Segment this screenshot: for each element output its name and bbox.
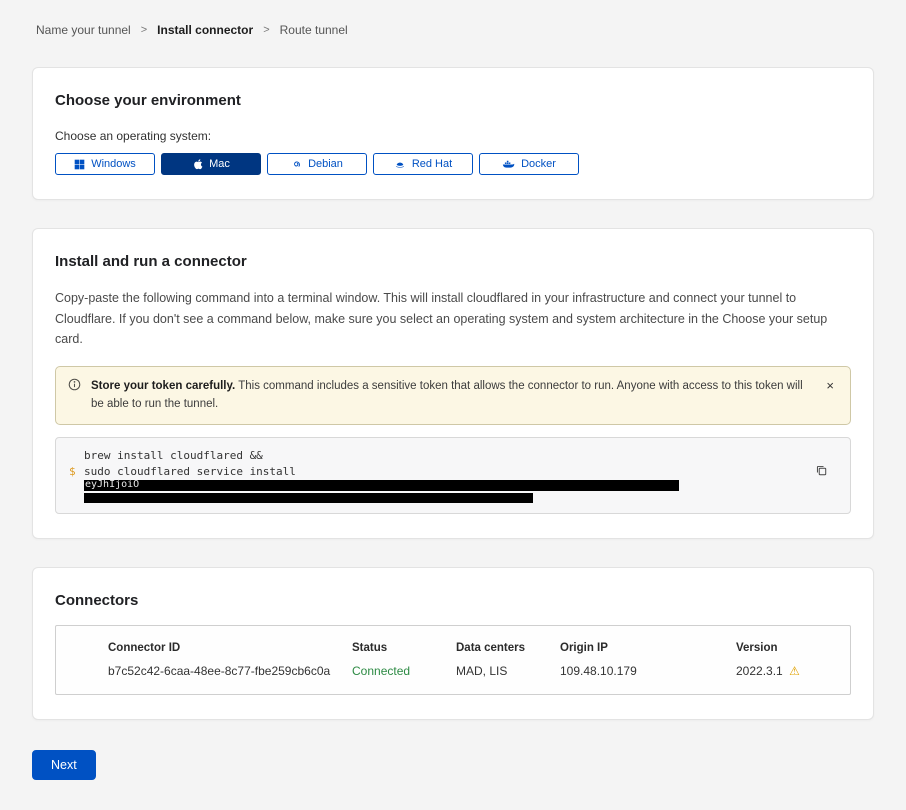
version-number: 2022.3.1: [736, 664, 783, 678]
column-header-data-centers: Data centers: [456, 642, 560, 664]
redhat-icon: [394, 159, 406, 170]
origin-ip-value: 109.48.10.179: [560, 664, 736, 678]
next-button[interactable]: Next: [32, 750, 96, 780]
docker-icon: [502, 159, 515, 170]
environment-card-title: Choose your environment: [55, 92, 851, 109]
breadcrumb-step-name-tunnel[interactable]: Name your tunnel: [36, 23, 131, 37]
warning-triangle-icon: ⚠: [789, 664, 800, 678]
install-card-description: Copy-paste the following command into a …: [55, 288, 851, 350]
data-centers-value: MAD, LIS: [456, 664, 560, 678]
redacted-token-bar: [84, 493, 533, 503]
command-line-2: sudo cloudflared service install: [84, 464, 836, 480]
column-header-connector-id: Connector ID: [108, 642, 352, 664]
environment-card: Choose your environment Choose an operat…: [32, 67, 874, 200]
column-header-origin-ip: Origin IP: [560, 642, 736, 664]
breadcrumb-separator: >: [141, 24, 147, 36]
connectors-card-title: Connectors: [55, 592, 851, 609]
close-icon[interactable]: ×: [822, 377, 838, 394]
redacted-token-bar: eyJhIjoiO: [84, 480, 679, 491]
windows-icon: [74, 159, 85, 170]
os-select-label: Choose an operating system:: [55, 129, 851, 143]
install-connector-card: Install and run a connector Copy-paste t…: [32, 228, 874, 539]
shell-prompt: $: [69, 465, 76, 478]
breadcrumb: Name your tunnel > Install connector > R…: [32, 0, 874, 37]
install-card-title: Install and run a connector: [55, 253, 851, 270]
os-button-label: Mac: [209, 158, 230, 170]
os-button-group: Windows Mac Debian Red Hat: [55, 153, 851, 175]
connectors-table: Connector ID Status Data centers Origin …: [55, 625, 851, 695]
table-row: b7c52c42-6caa-48ee-8c77-fbe259cb6c0a Con…: [108, 664, 834, 678]
column-header-status: Status: [352, 642, 456, 664]
command-line-1: brew install cloudflared &&: [84, 448, 836, 464]
copy-icon[interactable]: [815, 464, 828, 480]
os-button-label: Windows: [91, 158, 136, 170]
install-command-block: $ brew install cloudflared && sudo cloud…: [55, 437, 851, 514]
os-button-windows[interactable]: Windows: [55, 153, 155, 175]
debian-icon: [291, 159, 302, 170]
breadcrumb-separator: >: [263, 24, 269, 36]
column-header-version: Version: [736, 642, 834, 664]
os-button-mac[interactable]: Mac: [161, 153, 261, 175]
status-badge: Connected: [352, 664, 456, 678]
tunnel-setup-page: Name your tunnel > Install connector > R…: [0, 0, 906, 810]
token-warning-title: Store your token carefully.: [91, 380, 235, 392]
os-button-docker[interactable]: Docker: [479, 153, 579, 175]
info-icon: [68, 378, 81, 396]
breadcrumb-step-install-connector[interactable]: Install connector: [157, 23, 253, 37]
os-button-label: Red Hat: [412, 158, 452, 170]
connectors-card: Connectors Connector ID Status Data cent…: [32, 567, 874, 720]
os-button-redhat[interactable]: Red Hat: [373, 153, 473, 175]
breadcrumb-step-route-tunnel[interactable]: Route tunnel: [280, 23, 348, 37]
version-value: 2022.3.1 ⚠: [736, 664, 834, 678]
connector-id-value: b7c52c42-6caa-48ee-8c77-fbe259cb6c0a: [108, 664, 352, 678]
connectors-table-header: Connector ID Status Data centers Origin …: [108, 642, 834, 664]
os-button-label: Debian: [308, 158, 343, 170]
apple-icon: [192, 158, 203, 170]
token-prefix-text: eyJhIjoiO: [84, 480, 139, 490]
token-warning-text: Store your token carefully. This command…: [91, 377, 812, 414]
os-button-debian[interactable]: Debian: [267, 153, 367, 175]
os-button-label: Docker: [521, 158, 556, 170]
token-warning-banner: Store your token carefully. This command…: [55, 366, 851, 425]
